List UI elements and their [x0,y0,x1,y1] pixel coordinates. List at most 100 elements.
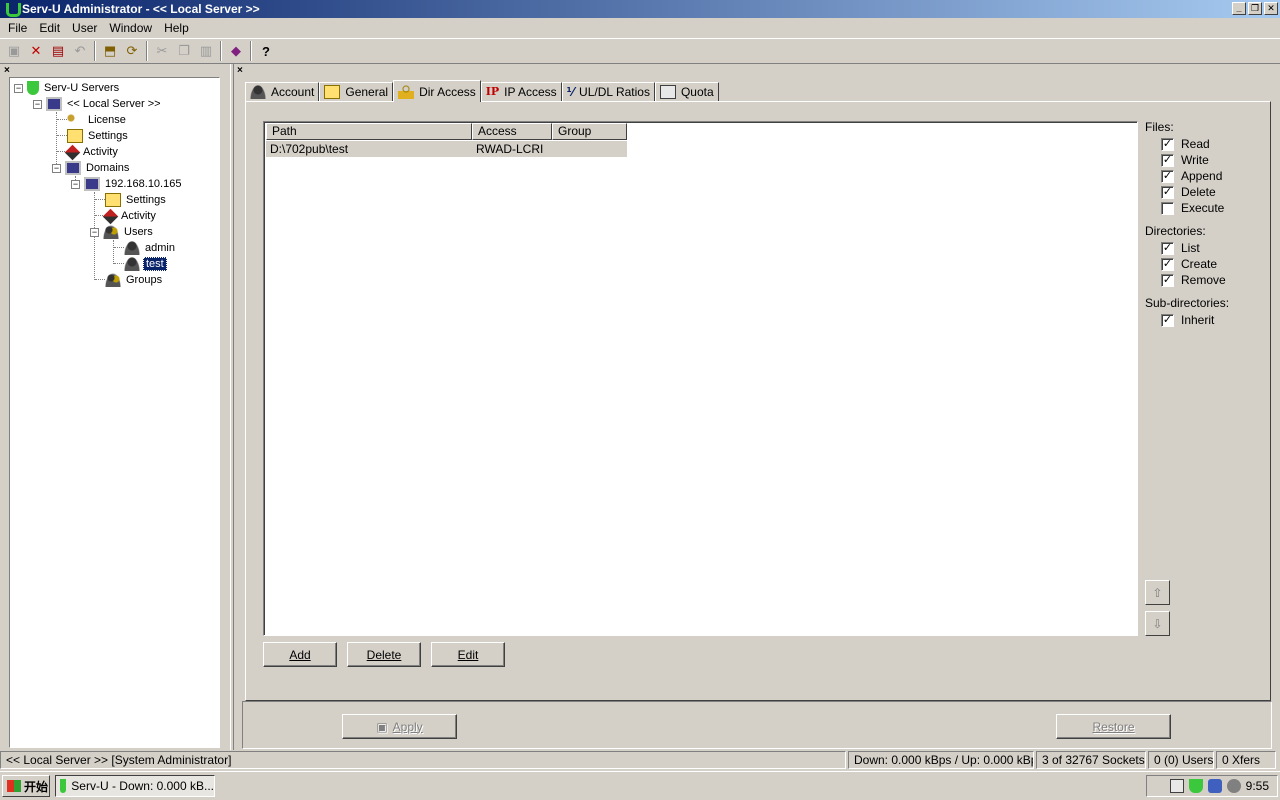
column-header-path[interactable]: Path [266,123,472,140]
tree-node-servu-servers[interactable]: − Serv-U Servers [14,80,121,96]
collapse-icon[interactable]: − [33,99,42,109]
panel-splitter[interactable] [230,64,234,750]
refresh-icon[interactable]: ⟳ [121,40,143,62]
ratio-icon: ⅟ [566,85,575,99]
collapse-icon[interactable]: − [14,83,23,93]
tree-node-groups[interactable]: Groups [105,272,164,288]
keyboard-icon[interactable] [1169,779,1184,793]
toolbar-separator [94,41,96,61]
tree-close-icon[interactable]: × [4,65,10,76]
execute-checkbox[interactable]: Execute [1161,200,1224,216]
menu-user[interactable]: User [66,21,103,35]
tab-ul-dl-ratios[interactable]: ⅟ UL/DL Ratios [561,82,655,102]
tree-node-domain-settings[interactable]: Settings [105,192,168,208]
checkbox-box: ✓ [1161,257,1174,271]
collapse-icon[interactable]: − [71,179,80,189]
network-icon[interactable] [1207,779,1222,793]
status-server: << Local Server >> [System Administrator… [0,751,846,769]
create-checkbox[interactable]: ✓ Create [1161,256,1217,272]
column-header-group[interactable]: Group [552,123,627,140]
checkbox-box: ✓ [1161,273,1174,287]
list-checkbox[interactable]: ✓ List [1161,240,1200,256]
tree-node-label: Serv-U Servers [44,82,120,94]
tree-node-license[interactable]: License [67,112,128,128]
subdirs-group-label: Sub-directories: [1145,296,1230,310]
taskbar-item-servu[interactable]: Serv-U - Down: 0.000 kB... [55,775,215,797]
apply-button[interactable]: ▣ Apply [342,714,457,739]
tree-node-domain-activity[interactable]: Activity [102,208,158,224]
server-tree[interactable]: − Serv-U Servers − << Local Server >> Li… [9,77,220,748]
menu-file[interactable]: File [2,21,33,35]
folder-up-icon[interactable]: ⬒ [99,40,121,62]
read-checkbox[interactable]: ✓ Read [1161,136,1210,152]
edit-button[interactable]: Edit [431,642,505,667]
menu-bar: File Edit User Window Help [0,18,1280,37]
write-checkbox[interactable]: ✓ Write [1161,152,1209,168]
collapse-icon[interactable]: − [90,227,99,237]
close-button[interactable]: ✕ [1264,2,1278,15]
dir-access-list[interactable]: Path Access Group D:\702pub\test RWAD-LC… [263,121,1138,636]
inherit-checkbox[interactable]: ✓ Inherit [1161,312,1214,328]
cut-icon[interactable]: ✂ [151,40,173,62]
tree-node-users[interactable]: − Users [90,224,155,240]
move-up-button[interactable]: ⇧ [1145,580,1170,605]
delete-button[interactable]: Delete [347,642,421,667]
remove-checkbox[interactable]: ✓ Remove [1161,272,1226,288]
tree-node-label: Domains [86,162,130,174]
tab-ip-access[interactable]: IP IP Access [480,82,562,102]
delete-checkbox[interactable]: ✓ Delete [1161,184,1216,200]
tree-node-label: Groups [126,274,163,286]
collapse-icon[interactable]: − [52,163,61,173]
tree-node-user-test[interactable]: test [124,256,167,272]
menu-help[interactable]: Help [158,21,195,35]
tree-node-activity[interactable]: Activity [64,144,120,160]
content-close-icon[interactable]: × [237,65,243,76]
checkbox-box: ✓ [1161,137,1174,151]
tree-node-label: 192.168.10.165 [105,178,182,190]
help-book-icon[interactable]: ◆ [225,40,247,62]
append-checkbox[interactable]: ✓ Append [1161,168,1222,184]
add-button[interactable]: Add [263,642,337,667]
column-header-access[interactable]: Access [472,123,552,140]
tree-node-domains[interactable]: − Domains [52,160,131,176]
paste-icon[interactable]: ▥ [195,40,217,62]
save-icon[interactable]: ▣ [3,40,25,62]
tree-node-local-server[interactable]: − << Local Server >> [33,96,163,112]
menu-window[interactable]: Window [103,21,158,35]
users-icon [103,225,119,239]
lock-icon [398,84,415,99]
copy-icon[interactable]: ❐ [173,40,195,62]
tree-connector [114,263,124,264]
tree-node-domain-ip[interactable]: − 192.168.10.165 [71,176,183,192]
move-down-button[interactable]: ⇩ [1145,611,1170,636]
restore-button[interactable]: ❐ [1248,2,1262,15]
servu-tray-icon[interactable] [1188,779,1203,793]
checkbox-label: Execute [1181,201,1225,215]
toolbar-separator [220,41,222,61]
table-row[interactable]: D:\702pub\test RWAD-LCRI [266,141,627,157]
tab-label: General [345,85,389,99]
delete-icon[interactable]: ✕ [25,40,47,62]
menu-edit[interactable]: Edit [33,21,66,35]
checkbox-box: ✓ [1161,185,1174,199]
tree-node-user-admin[interactable]: admin [124,240,177,256]
status-transfer-rate: Down: 0.000 kBps / Up: 0.000 kBps [848,751,1034,769]
start-button[interactable]: 开始 [2,775,50,797]
tab-general[interactable]: General [319,82,394,102]
minimize-button[interactable]: _ [1232,2,1246,15]
arrow-up-icon: ⇧ [1152,585,1163,600]
tab-dir-access[interactable]: Dir Access [393,80,481,102]
help-icon[interactable]: ? [255,40,277,62]
activity-icon [64,144,81,160]
checkbox-label: Remove [1181,273,1226,287]
volume-icon[interactable] [1226,779,1241,793]
tree-node-settings[interactable]: Settings [67,128,130,144]
servu-app-icon [4,2,21,17]
restore-button[interactable]: Restore [1056,714,1171,739]
button-label: Delete [366,647,402,662]
tree-connector [57,135,67,136]
tab-account[interactable]: Account [245,82,320,102]
undo-icon[interactable]: ↶ [69,40,91,62]
new-user-icon[interactable]: ▤ [47,40,69,62]
tab-quota[interactable]: Quota [654,82,719,102]
